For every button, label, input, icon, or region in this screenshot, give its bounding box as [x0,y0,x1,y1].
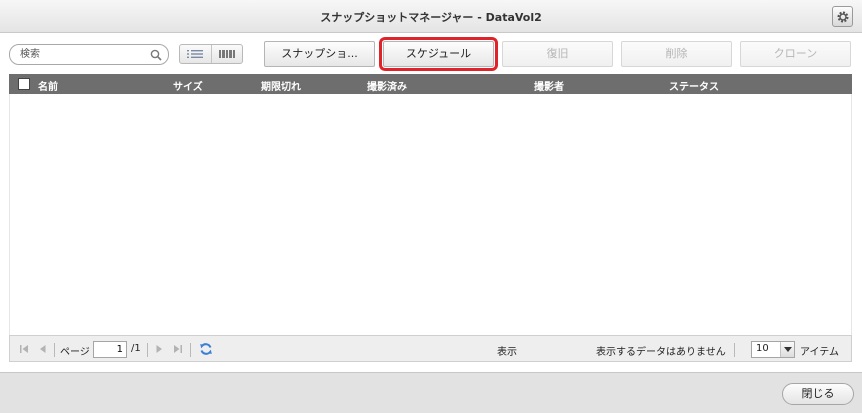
column-status[interactable]: ステータス [669,78,719,93]
table-header: 名前 サイズ 期限切れ 撮影済み 撮影者 ステータス [9,74,852,94]
window-title: スナップショットマネージャー - DataVol2 [320,11,542,24]
table-body [9,94,852,335]
search-box[interactable] [9,44,169,65]
snapshot-button[interactable]: スナップショ... [264,41,375,67]
pager-divider [54,343,55,357]
column-size[interactable]: サイズ [173,78,203,93]
first-page-icon[interactable] [18,343,30,355]
restore-button[interactable]: 復旧 [502,41,613,67]
search-input[interactable] [20,47,148,62]
settings-button[interactable] [832,6,853,27]
page-number-input[interactable] [93,341,127,358]
delete-button[interactable]: 削除 [621,41,732,67]
gear-icon [836,10,849,23]
refresh-icon[interactable] [199,342,213,356]
page-label: ページ [60,347,90,358]
page-size-select[interactable]: 10 [751,341,795,358]
items-label: アイテム [800,347,839,358]
thumbnail-view-icon [218,50,235,58]
clone-button[interactable]: クローン [740,41,851,67]
view-toggle [179,44,243,64]
list-view-button[interactable] [180,45,211,63]
page-size-value: 10 [756,343,769,354]
column-name[interactable]: 名前 [38,78,58,93]
next-page-icon[interactable] [153,343,165,355]
page-size-dropdown-button[interactable] [780,342,794,357]
total-pages: /1 [131,343,141,354]
list-view-icon [187,50,204,58]
display-label: 表示 [497,347,517,358]
thumbnail-view-button[interactable] [210,45,243,63]
column-taken-at[interactable]: 撮影済み [367,78,407,93]
chevron-down-icon [783,346,792,352]
column-expiration[interactable]: 期限切れ [261,78,301,93]
prev-page-icon[interactable] [37,343,49,355]
pager-divider [147,343,148,357]
schedule-button[interactable]: スケジュール [379,37,498,71]
search-icon[interactable] [150,49,162,61]
pagination-bar: ページ /1 表示 表示するデータはありません 10 アイテム [9,335,852,362]
dialog-footer: 閉じる [0,372,862,413]
close-button[interactable]: 閉じる [782,383,854,405]
no-data-message: 表示するデータはありません [596,347,726,358]
column-taken-by[interactable]: 撮影者 [534,78,564,93]
title-bar: スナップショットマネージャー - DataVol2 [0,0,862,33]
select-all-checkbox[interactable] [18,78,30,90]
pager-divider [734,343,735,357]
last-page-icon[interactable] [172,343,184,355]
pager-divider [190,343,191,357]
